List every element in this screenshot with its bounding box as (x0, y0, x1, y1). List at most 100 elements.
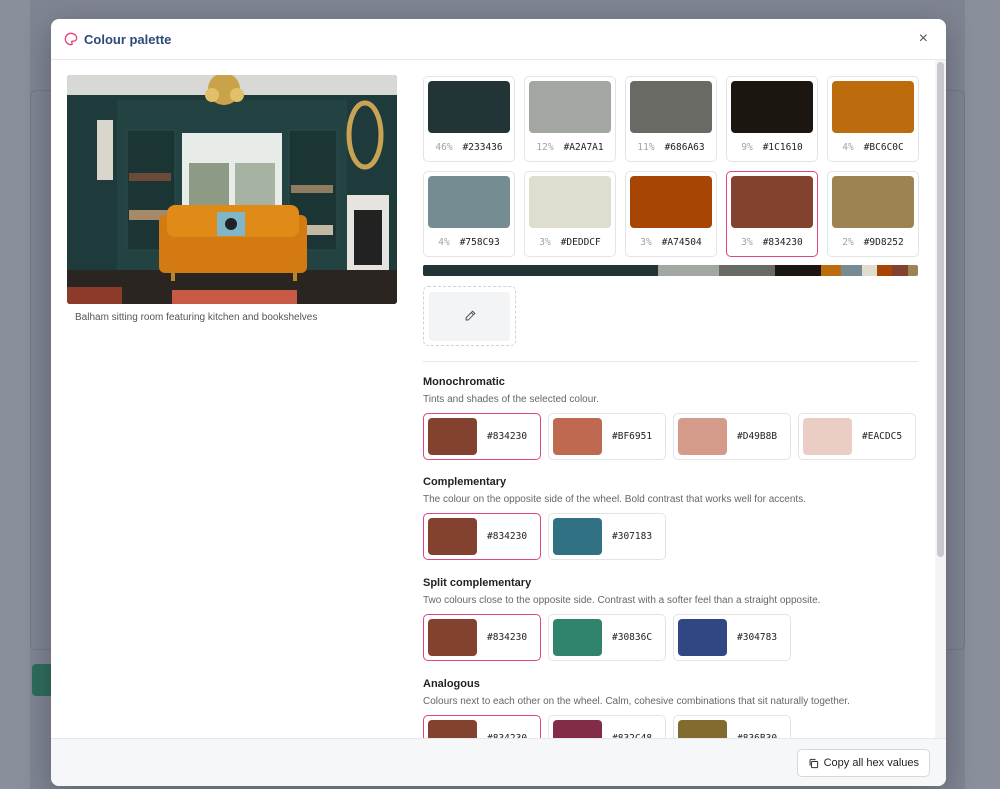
swatch-color (731, 81, 813, 133)
chip-color (678, 619, 727, 656)
copy-all-hex-button[interactable]: Copy all hex values (796, 749, 930, 777)
palette-swatch[interactable]: 12% #A2A7A1 (524, 76, 616, 162)
harmony-color-chip[interactable]: #834230 (423, 715, 541, 738)
harmony-chips-row: #834230 #832C48 #836B30 (423, 715, 923, 738)
harmony-color-chip[interactable]: #836B30 (673, 715, 791, 738)
colour-palette-modal: Colour palette × Balham sitting room fea… (51, 19, 946, 786)
harmony-color-chip[interactable]: #832C48 (548, 715, 666, 738)
chip-hex: #EACDC5 (862, 431, 903, 442)
complementary-section: Complementary The colour on the opposite… (423, 476, 923, 560)
distribution-segment (907, 265, 918, 276)
chip-color (553, 619, 602, 656)
swatch-percent: 9% (741, 142, 753, 153)
swatch-hex: #1C1610 (762, 142, 803, 153)
swatch-percent: 3% (539, 237, 551, 248)
swatch-percent: 4% (438, 237, 450, 248)
swatch-color (731, 176, 813, 228)
swatch-color (529, 81, 611, 133)
palette-swatch[interactable]: 3% #DEDDCF (524, 171, 616, 257)
chip-color (428, 720, 477, 738)
swatch-hex: #233436 (462, 142, 503, 153)
swatch-color (832, 176, 914, 228)
section-title: Complementary (423, 476, 507, 488)
section-title: Monochromatic (423, 376, 505, 388)
swatch-hex: #9D8252 (863, 237, 904, 248)
section-description: Tints and shades of the selected colour. (423, 394, 599, 405)
chip-hex: #BF6951 (612, 431, 653, 442)
modal-title: Colour palette (84, 31, 172, 47)
distribution-segment (821, 265, 842, 276)
swatch-meta: 9% #1C1610 (731, 142, 813, 153)
distribution-segment (423, 265, 658, 276)
harmony-color-chip[interactable]: #30836C (548, 614, 666, 661)
swatch-meta: 3% #DEDDCF (529, 237, 611, 248)
chip-color (803, 418, 852, 455)
chip-hex: #834230 (487, 531, 528, 542)
chip-color (428, 619, 477, 656)
copy-button-label: Copy all hex values (823, 757, 919, 769)
palette-icon (64, 32, 78, 46)
palette-swatch[interactable]: 2% #9D8252 (827, 171, 919, 257)
distribution-segment (877, 265, 893, 276)
eyedropper-button[interactable] (423, 286, 516, 346)
photo-caption: Balham sitting room featuring kitchen an… (75, 312, 318, 323)
swatch-hex: #A2A7A1 (563, 142, 604, 153)
swatch-hex: #A74504 (661, 237, 702, 248)
harmony-color-chip[interactable]: #D49B8B (673, 413, 791, 460)
section-description: Colours next to each other on the wheel.… (423, 696, 850, 707)
distribution-segment (657, 265, 719, 276)
swatch-percent: 4% (842, 142, 854, 153)
harmony-color-chip[interactable]: #304783 (673, 614, 791, 661)
distribution-segment (861, 265, 878, 276)
swatch-color (630, 81, 712, 133)
harmony-color-chip[interactable]: #307183 (548, 513, 666, 560)
swatch-hex: #834230 (762, 237, 803, 248)
chip-hex: #834230 (487, 431, 528, 442)
modal-body: Balham sitting room featuring kitchen an… (51, 60, 946, 738)
harmony-color-chip[interactable]: #834230 (423, 614, 541, 661)
harmony-chips-row: #834230 #307183 (423, 513, 923, 560)
swatch-hex: #DEDDCF (560, 237, 601, 248)
palette-swatch[interactable]: 9% #1C1610 (726, 76, 818, 162)
palette-swatch-grid: 46% #233436 12% #A2A7A1 11% #686A63 9% #1C1610 4… (423, 76, 919, 257)
chip-color (428, 418, 477, 455)
swatch-percent: 3% (640, 237, 652, 248)
section-divider (423, 361, 918, 362)
close-button[interactable]: × (919, 31, 928, 47)
swatch-hex: #BC6C0C (863, 142, 904, 153)
chip-hex: #30836C (612, 632, 653, 643)
harmony-color-chip[interactable]: #834230 (423, 413, 541, 460)
distribution-segment (892, 265, 908, 276)
section-title: Analogous (423, 678, 480, 690)
eyedropper-area (429, 291, 510, 341)
chip-color (553, 418, 602, 455)
swatch-percent: 2% (842, 237, 854, 248)
palette-swatch[interactable]: 3% #834230 (726, 171, 818, 257)
chip-color (553, 518, 602, 555)
harmony-color-chip[interactable]: #EACDC5 (798, 413, 916, 460)
section-title: Split complementary (423, 577, 532, 589)
analogous-section: Analogous Colours next to each other on … (423, 678, 923, 738)
swatch-meta: 3% #A74504 (630, 237, 712, 248)
swatch-color (428, 176, 510, 228)
swatch-meta: 11% #686A63 (630, 142, 712, 153)
palette-swatch[interactable]: 4% #758C93 (423, 171, 515, 257)
scrollbar-thumb[interactable] (937, 62, 944, 557)
swatch-color (428, 81, 510, 133)
swatch-meta: 46% #233436 (428, 142, 510, 153)
chip-color (678, 418, 727, 455)
distribution-segment (775, 265, 822, 276)
palette-swatch[interactable]: 11% #686A63 (625, 76, 717, 162)
palette-swatch[interactable]: 46% #233436 (423, 76, 515, 162)
palette-swatch[interactable]: 3% #A74504 (625, 171, 717, 257)
monochromatic-section: Monochromatic Tints and shades of the se… (423, 376, 923, 460)
swatch-meta: 3% #834230 (731, 237, 813, 248)
chip-hex: #D49B8B (737, 431, 778, 442)
swatch-color (529, 176, 611, 228)
palette-swatch[interactable]: 4% #BC6C0C (827, 76, 919, 162)
distribution-segment (718, 265, 776, 276)
chip-hex: #307183 (612, 531, 653, 542)
harmony-color-chip[interactable]: #834230 (423, 513, 541, 560)
harmony-color-chip[interactable]: #BF6951 (548, 413, 666, 460)
chip-color (678, 720, 727, 738)
